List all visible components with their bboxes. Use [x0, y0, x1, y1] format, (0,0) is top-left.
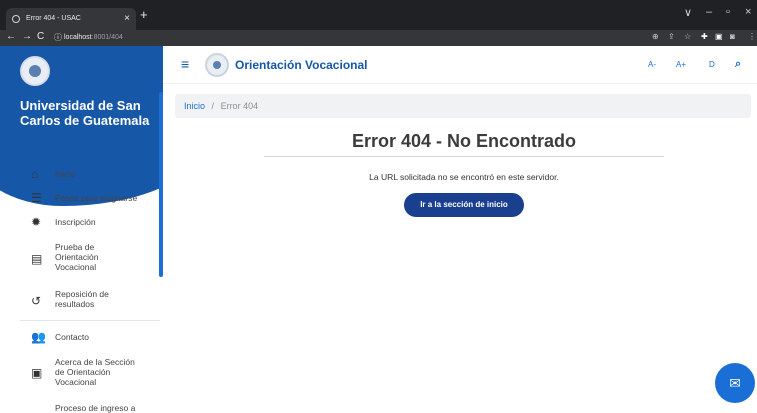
error-title: Error 404 - No Encontrado	[351, 131, 577, 151]
profile-icon[interactable]: ◙	[730, 32, 735, 41]
search-icon[interactable]: ⌕	[735, 58, 741, 71]
sidebar-item-label: Reposición de resultados	[55, 289, 109, 309]
url-host: localhost	[64, 34, 92, 41]
sidebar: Universidad de San Carlos de Guatemala ⌂…	[0, 46, 163, 413]
site-info-icon[interactable]: ⓘ	[54, 32, 62, 43]
decrease-font-button[interactable]: A-	[648, 60, 656, 69]
back-button[interactable]: ←	[6, 31, 16, 42]
breadcrumb-separator: /	[211, 101, 215, 111]
university-seal-icon	[20, 56, 50, 86]
restore-button[interactable]: ▫	[726, 6, 730, 18]
site-title[interactable]: Orientación Vocacional	[235, 58, 367, 72]
sidebar-item-label: Acerca de la Sección de Orientación Voca…	[55, 357, 135, 387]
title-divider	[264, 156, 664, 157]
minimize-button[interactable]: –	[706, 6, 712, 18]
share-icon[interactable]: ⇪	[668, 32, 675, 41]
forward-button[interactable]: →	[22, 31, 32, 42]
clipboard-icon: ▤	[31, 252, 43, 266]
chat-bubble-icon: ✉	[729, 375, 741, 391]
increase-font-button[interactable]: A+	[676, 60, 686, 69]
browser-tab[interactable]: Error 404 - USAC ×	[6, 8, 136, 30]
sidebar-item-label: Prueba de Orientación Vocacional	[55, 242, 99, 272]
tab-search-icon[interactable]: ∨	[684, 6, 692, 19]
dyslexia-font-button[interactable]: D	[709, 60, 715, 69]
reload-button[interactable]: C	[37, 31, 44, 42]
list-icon: ☰	[31, 191, 42, 205]
error-message: La URL solicitada no se encontró en este…	[369, 172, 559, 182]
sidebar-item-label: Pasos para asignarse	[55, 193, 138, 203]
info-message-icon: ▣	[31, 366, 43, 380]
sidebar-item-acerca[interactable]: ▣ Acerca de la Sección de Orientación Vo…	[0, 357, 160, 389]
sidebar-item-label: Contacto	[55, 332, 90, 342]
url-path: :8001/404	[91, 34, 123, 41]
breadcrumb: Inicio / Error 404	[175, 94, 751, 118]
close-window-button[interactable]: ×	[745, 6, 751, 18]
sidebar-divider	[20, 320, 160, 321]
breadcrumb-current: Error 404	[220, 101, 259, 111]
history-icon: ↺	[31, 294, 42, 308]
new-tab-button[interactable]: +	[140, 7, 148, 22]
favicon-icon	[12, 15, 20, 23]
gear-badge-icon: ✹	[31, 215, 42, 229]
sidebar-item-label: Inicio	[55, 169, 75, 179]
hamburger-menu-icon[interactable]: ≡	[181, 56, 189, 72]
sidebar-item-label: Inscripción	[55, 217, 96, 227]
tab-title: Error 404 - USAC	[26, 15, 81, 22]
breadcrumb-home-link[interactable]: Inicio	[184, 101, 205, 111]
tab-close-icon[interactable]: ×	[124, 8, 130, 30]
zoom-icon[interactable]: ⊕	[652, 32, 659, 41]
sidebar-item-inscripcion[interactable]: ✹ Inscripción	[0, 215, 160, 230]
menu-icon[interactable]: ⋮	[748, 32, 756, 41]
browser-tab-bar: Error 404 - USAC × + ∨ – ▫ ×	[0, 0, 757, 30]
sidebar-item-prueba[interactable]: ▤ Prueba de Orientación Vocacional	[0, 242, 160, 274]
sidebar-item-proceso[interactable]: Proceso de ingreso a	[0, 403, 160, 413]
chat-button[interactable]: ✉	[715, 363, 755, 403]
url-field[interactable]: localhost:8001/404	[64, 31, 123, 45]
sidepanel-icon[interactable]: ▣	[715, 32, 723, 41]
sidebar-item-pasos[interactable]: ☰ Pasos para asignarse	[0, 191, 160, 206]
university-name: Universidad de San Carlos de Guatemala	[20, 98, 150, 128]
address-bar: ← → C ⓘ localhost:8001/404 ⊕ ⇪ ☆ ✚ ▣ ◙ ⋮	[0, 30, 757, 46]
home-icon: ⌂	[31, 167, 39, 181]
go-home-button[interactable]: Ir a la sección de inicio	[404, 193, 524, 217]
header-seal-icon	[205, 53, 229, 77]
bookmark-star-icon[interactable]: ☆	[684, 32, 691, 41]
extensions-icon[interactable]: ✚	[701, 32, 708, 41]
sidebar-item-reposicion[interactable]: ↺ Reposición de resultados	[0, 289, 160, 311]
people-icon: 👥	[31, 330, 46, 344]
sidebar-item-inicio[interactable]: ⌂ Inicio	[0, 167, 160, 181]
sidebar-item-contacto[interactable]: 👥 Contacto	[0, 330, 160, 345]
top-header: ≡ Orientación Vocacional A- A+ D ⌕	[163, 46, 757, 84]
sidebar-item-label: Proceso de ingreso a	[55, 403, 136, 413]
